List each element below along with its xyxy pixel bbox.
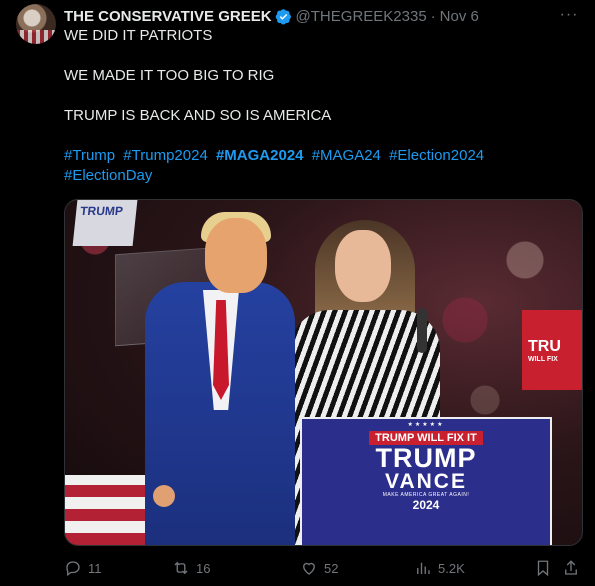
user-handle[interactable]: @THEGREEK2335 bbox=[296, 8, 427, 25]
bookmark-button[interactable] bbox=[534, 556, 558, 580]
views-count: 5.2K bbox=[438, 560, 465, 576]
podium-sign: ★★★★★ TRUMP WILL FIX IT TRUMP VANCE MAKE… bbox=[300, 417, 552, 545]
post-date[interactable]: Nov 6 bbox=[440, 8, 479, 25]
reply-count: 11 bbox=[88, 560, 102, 576]
tweet-header: THE CONSERVATIVE GREEK @THEGREEK2335 · N… bbox=[64, 6, 579, 26]
hashtag-link[interactable]: #ElectionDay bbox=[64, 167, 152, 184]
bookmark-icon bbox=[537, 560, 549, 577]
repost-button[interactable]: 16 bbox=[172, 556, 210, 580]
reply-button[interactable]: 11 bbox=[64, 556, 102, 580]
woman-face bbox=[335, 230, 391, 302]
hashtag-link[interactable]: #Election2024 bbox=[389, 147, 484, 164]
views-chart-icon bbox=[417, 562, 430, 574]
share-button[interactable] bbox=[562, 556, 586, 580]
crowd-sign: TRUMP bbox=[72, 200, 138, 246]
crowd-sign-right: TRU WILL FIX bbox=[522, 310, 582, 390]
heart-icon bbox=[303, 562, 315, 575]
hashtag-list: #Trump #Trump2024 #MAGA2024 #MAGA24 #Ele… bbox=[64, 146, 544, 186]
hashtag-link[interactable]: #Trump2024 bbox=[123, 147, 208, 164]
man-hand bbox=[153, 485, 175, 507]
repost-count: 16 bbox=[196, 560, 211, 576]
tweet-photo[interactable]: TRUMP TRU WILL FIX ★★★★★ TRUMP WILL FIX I… bbox=[64, 199, 583, 546]
hashtag-link[interactable]: #Trump bbox=[64, 147, 115, 164]
podium-stars: ★★★★★ bbox=[407, 422, 445, 428]
crowd-sign-text: TRU bbox=[528, 338, 561, 355]
tweet-actions: 11 16 52 5.2K bbox=[64, 556, 579, 580]
views-button[interactable]: 5.2K bbox=[414, 556, 465, 580]
verified-badge-icon bbox=[275, 8, 291, 24]
podium-line1: TRUMP bbox=[375, 443, 477, 473]
hashtag-link[interactable]: #MAGA24 bbox=[312, 147, 381, 164]
podium-line2: VANCE bbox=[385, 470, 467, 493]
man-face bbox=[205, 218, 267, 293]
like-count: 52 bbox=[324, 560, 339, 576]
more-options-icon[interactable]: ··· bbox=[559, 7, 579, 23]
display-name[interactable]: THE CONSERVATIVE GREEK bbox=[64, 8, 272, 25]
crowd-sign-subtext: WILL FIX bbox=[528, 356, 558, 363]
podium-year: 2024 bbox=[412, 498, 440, 512]
tweet-text-line: WE MADE IT TOO BIG TO RIG bbox=[64, 67, 275, 84]
microphone bbox=[417, 308, 427, 353]
separator-dot: · bbox=[430, 7, 436, 25]
repost-icon bbox=[174, 561, 188, 575]
like-button[interactable]: 52 bbox=[300, 556, 338, 580]
tweet-text-line: TRUMP IS BACK AND SO IS AMERICA bbox=[64, 107, 332, 124]
avatar[interactable] bbox=[16, 4, 56, 44]
share-icon bbox=[565, 560, 577, 575]
tweet-text-line: WE DID IT PATRIOTS bbox=[64, 27, 213, 44]
hashtag-link[interactable]: #MAGA2024 bbox=[216, 147, 304, 164]
reply-icon bbox=[66, 561, 80, 577]
